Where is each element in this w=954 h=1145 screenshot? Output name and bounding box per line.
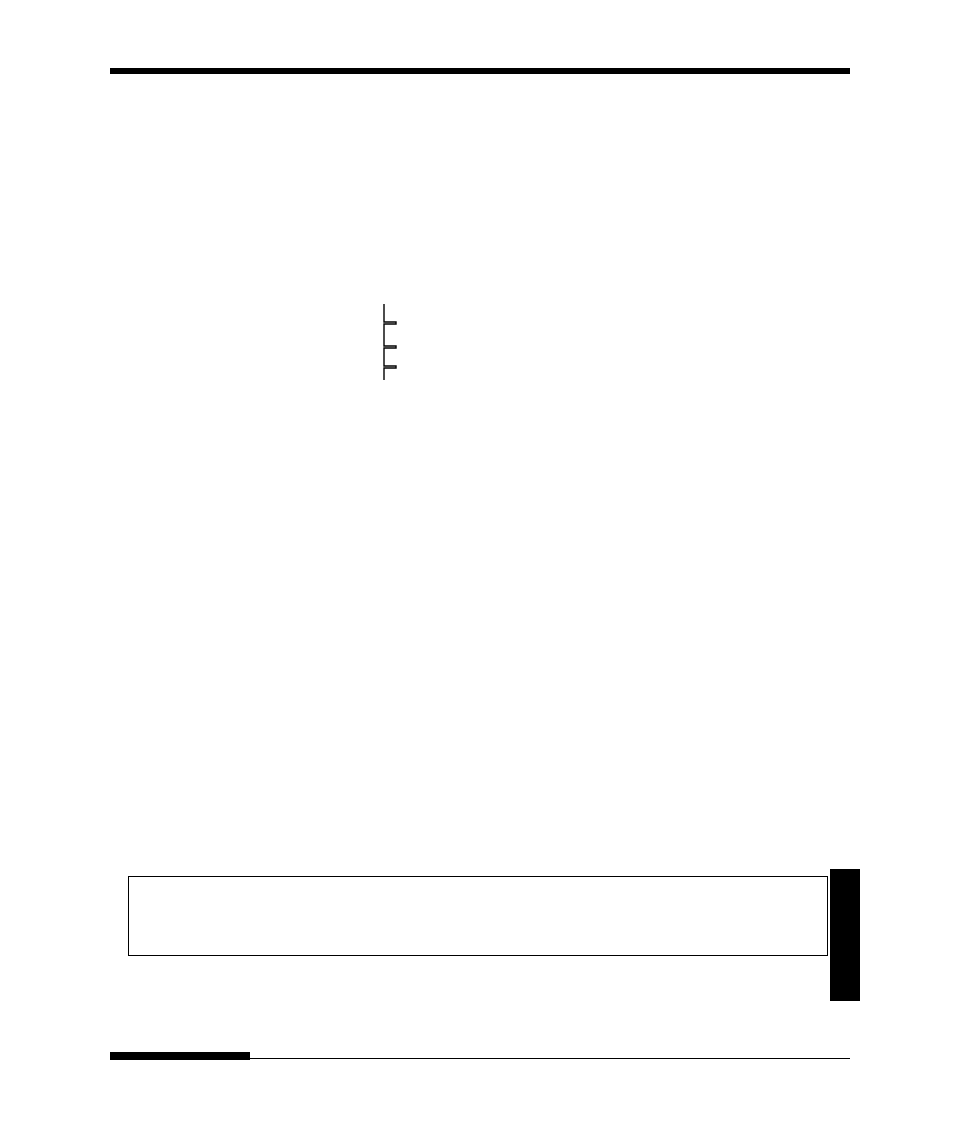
document-page [0,0,954,1145]
bottom-thick-segment [110,1052,250,1060]
bottom-divider [110,1052,850,1060]
content-outline-box [128,876,828,956]
stepped-line-glyph [378,304,402,380]
top-horizontal-rule [110,68,850,74]
glyph-path [384,304,396,380]
right-margin-tab [830,869,860,1001]
